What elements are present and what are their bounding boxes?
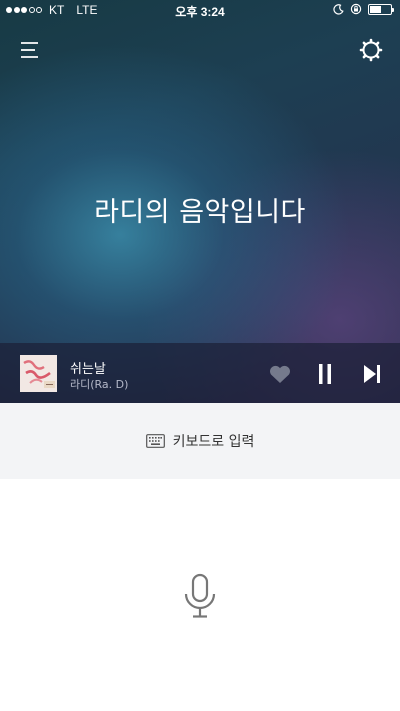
page-title: 라디의 음악입니다 bbox=[94, 197, 306, 228]
status-right bbox=[333, 3, 394, 15]
keyboard-icon bbox=[145, 434, 165, 448]
track-title[interactable]: 쉬는날 bbox=[70, 358, 106, 377]
voice-input-area bbox=[0, 479, 400, 711]
microphone-icon bbox=[184, 573, 216, 618]
battery-level bbox=[370, 5, 381, 13]
keyboard-input-label[interactable]: 키보드로 입력 bbox=[173, 431, 255, 451]
album-art[interactable] bbox=[20, 355, 57, 392]
skip-next-icon bbox=[364, 365, 380, 383]
settings-gear-icon bbox=[359, 38, 383, 62]
heart-icon bbox=[270, 365, 290, 383]
track-artist[interactable]: 라디(Ra. D) bbox=[70, 376, 128, 392]
battery-tip bbox=[392, 7, 394, 12]
battery-icon bbox=[368, 3, 394, 15]
hamburger-menu-icon bbox=[21, 42, 38, 58]
settings-button[interactable] bbox=[359, 38, 383, 62]
keyboard-input-button[interactable]: 키보드로 입력 bbox=[0, 403, 400, 479]
menu-button[interactable] bbox=[18, 40, 40, 60]
rotation-lock-icon bbox=[350, 3, 362, 15]
album-art-image bbox=[20, 355, 57, 392]
status-bar: KT LTE 오후 3:24 bbox=[0, 0, 400, 20]
pause-icon bbox=[319, 364, 331, 384]
now-playing-bar[interactable]: 쉬는날 라디(Ra. D) bbox=[0, 343, 400, 403]
do-not-disturb-moon-icon bbox=[333, 3, 344, 15]
like-button[interactable] bbox=[268, 364, 292, 384]
microphone-button[interactable] bbox=[182, 573, 218, 619]
next-track-button[interactable] bbox=[361, 363, 383, 385]
pause-button[interactable] bbox=[315, 363, 335, 385]
hero-background: KT LTE 오후 3:24 라디의 음악입니다 쉬는날 라디(Ra. D) bbox=[0, 0, 400, 403]
